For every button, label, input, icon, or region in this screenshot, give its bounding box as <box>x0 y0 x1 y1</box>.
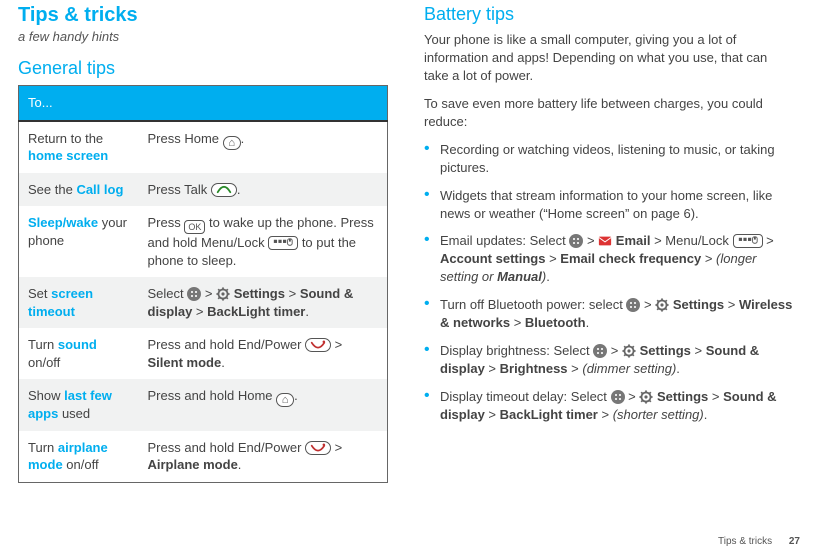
gear-icon <box>639 390 653 404</box>
list-item: Widgets that stream information to your … <box>424 187 794 223</box>
email-icon <box>598 234 612 248</box>
tips-table: To... Return to the home screen Press Ho… <box>18 85 388 483</box>
table-row: Turn sound on/off Press and hold End/Pow… <box>19 328 388 379</box>
gear-icon <box>655 298 669 312</box>
battery-list: Recording or watching videos, listening … <box>424 141 794 424</box>
menu-lock-icon <box>268 236 298 250</box>
table-row: Sleep/wake your phone Press OK to wake u… <box>19 206 388 277</box>
menu-lock-icon <box>733 234 763 248</box>
right-column: Battery tips Your phone is like a small … <box>424 4 794 530</box>
gear-icon <box>216 287 230 301</box>
end-power-icon <box>305 338 331 352</box>
talk-icon <box>211 183 237 197</box>
list-item: Email updates: Select > Email > Menu/Loc… <box>424 232 794 286</box>
table-row: Turn airplane mode on/off Press and hold… <box>19 431 388 483</box>
list-item: Display timeout delay: Select > Settings… <box>424 388 794 424</box>
list-item: Recording or watching videos, listening … <box>424 141 794 177</box>
page-subtitle: a few handy hints <box>18 29 388 44</box>
home-icon <box>276 393 294 407</box>
list-item: Turn off Bluetooth power: select > Setti… <box>424 296 794 332</box>
footer-label: Tips & tricks <box>718 536 772 547</box>
page-number: 27 <box>789 536 800 547</box>
table-row: Return to the home screen Press Home . <box>19 121 388 173</box>
ok-icon: OK <box>184 220 205 234</box>
launcher-icon <box>611 390 625 404</box>
page-title: Tips & tricks <box>18 4 388 27</box>
gear-icon <box>622 344 636 358</box>
table-row: Set screen timeout Select > Settings > S… <box>19 277 388 328</box>
left-column: Tips & tricks a few handy hints General … <box>18 4 388 530</box>
section-battery-tips: Battery tips <box>424 4 794 25</box>
section-general-tips: General tips <box>18 58 388 79</box>
launcher-icon <box>187 287 201 301</box>
page-footer: Tips & tricks 27 <box>718 536 800 547</box>
list-item: Display brightness: Select > Settings > … <box>424 342 794 378</box>
battery-intro-1: Your phone is like a small computer, giv… <box>424 31 794 85</box>
table-row: See the Call log Press Talk . <box>19 173 388 207</box>
launcher-icon <box>569 234 583 248</box>
table-header: To... <box>19 86 388 121</box>
launcher-icon <box>626 298 640 312</box>
battery-intro-2: To save even more battery life between c… <box>424 95 794 131</box>
launcher-icon <box>593 344 607 358</box>
table-row: Show last few apps used Press and hold H… <box>19 379 388 430</box>
end-power-icon <box>305 441 331 455</box>
home-icon <box>223 136 241 150</box>
